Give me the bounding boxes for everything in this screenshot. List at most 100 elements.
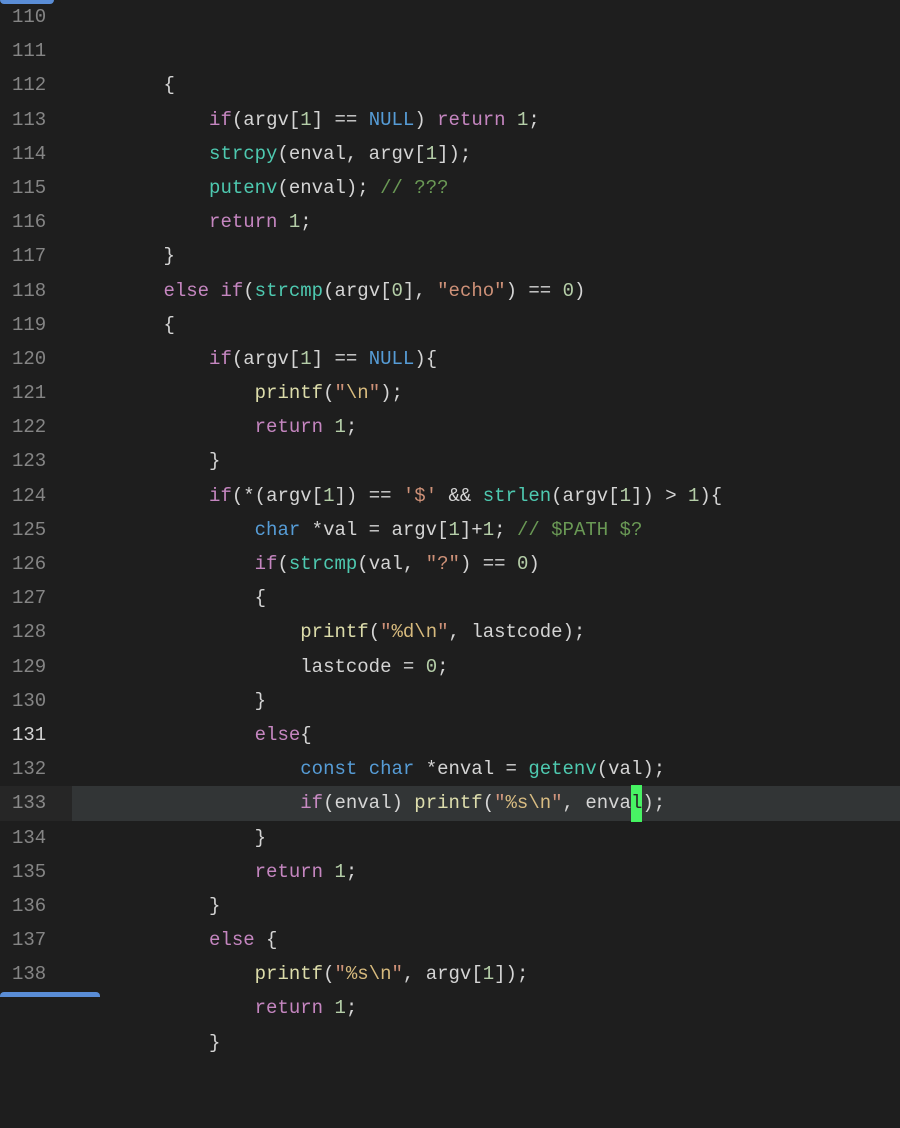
code-token: ) == bbox=[506, 274, 563, 308]
code-token: 0 bbox=[392, 274, 403, 308]
code-token: (enval); bbox=[277, 171, 380, 205]
code-token: "?" bbox=[426, 547, 460, 581]
line-number: 129 bbox=[12, 650, 46, 684]
code-token: if bbox=[300, 786, 323, 820]
code-line[interactable]: char *val = argv[1]+1; // $PATH $? bbox=[72, 513, 900, 547]
code-line[interactable]: return 1; bbox=[72, 855, 900, 889]
code-line[interactable]: lastcode = 0; bbox=[72, 650, 900, 684]
line-number: 124 bbox=[12, 479, 46, 513]
code-token: char bbox=[255, 513, 301, 547]
code-token: if bbox=[209, 342, 232, 376]
code-token: if bbox=[209, 479, 232, 513]
code-token: \n bbox=[346, 376, 369, 410]
code-token: ; bbox=[346, 410, 357, 444]
code-line[interactable]: return 1; bbox=[72, 410, 900, 444]
code-token: (val); bbox=[597, 752, 665, 786]
code-token: 1 bbox=[483, 957, 494, 991]
code-token: (*(argv[ bbox=[232, 479, 323, 513]
code-token: " bbox=[369, 376, 380, 410]
code-token: 0 bbox=[426, 650, 437, 684]
line-number: 133 bbox=[12, 786, 46, 820]
code-token: NULL bbox=[369, 342, 415, 376]
line-number: 138 bbox=[12, 957, 46, 991]
code-line[interactable]: if(argv[1] == NULL) return 1; bbox=[72, 103, 900, 137]
code-token: lastcode = bbox=[300, 650, 425, 684]
code-token: { bbox=[255, 581, 266, 615]
line-number: 120 bbox=[12, 342, 46, 376]
code-token: 1 bbox=[426, 137, 437, 171]
code-token: // ??? bbox=[380, 171, 448, 205]
code-token: 1 bbox=[449, 513, 460, 547]
code-line[interactable]: { bbox=[72, 68, 900, 102]
code-token: printf bbox=[414, 786, 482, 820]
code-token: (argv[ bbox=[323, 274, 391, 308]
code-token: return bbox=[255, 410, 323, 444]
code-line[interactable]: } bbox=[72, 239, 900, 273]
line-number: 135 bbox=[12, 855, 46, 889]
code-token: else bbox=[255, 718, 301, 752]
line-number: 130 bbox=[12, 684, 46, 718]
code-line[interactable]: return 1; bbox=[72, 205, 900, 239]
line-number: 117 bbox=[12, 239, 46, 273]
code-line[interactable]: { bbox=[72, 581, 900, 615]
text-cursor: l bbox=[631, 785, 642, 821]
code-line[interactable]: } bbox=[72, 444, 900, 478]
code-token: ( bbox=[277, 547, 288, 581]
line-number: 136 bbox=[12, 889, 46, 923]
code-token: %s\n bbox=[506, 786, 552, 820]
code-token: 1 bbox=[483, 513, 494, 547]
code-line[interactable]: } bbox=[72, 684, 900, 718]
code-token: ] == bbox=[312, 103, 369, 137]
code-token: else bbox=[163, 274, 209, 308]
code-token: NULL bbox=[369, 103, 415, 137]
code-token: return bbox=[209, 205, 277, 239]
code-line[interactable]: strcpy(enval, argv[1]); bbox=[72, 137, 900, 171]
line-number: 125 bbox=[12, 513, 46, 547]
scroll-indicator-top bbox=[0, 0, 54, 4]
code-line[interactable]: } bbox=[72, 821, 900, 855]
code-token: strcmp bbox=[255, 274, 323, 308]
code-token: , argv[ bbox=[403, 957, 483, 991]
line-number: 113 bbox=[12, 103, 46, 137]
code-token: 1 bbox=[620, 479, 631, 513]
code-token: printf bbox=[255, 957, 323, 991]
code-token: ] == bbox=[312, 342, 369, 376]
code-line[interactable]: } bbox=[72, 889, 900, 923]
code-line[interactable]: } bbox=[72, 1026, 900, 1060]
code-token: ; bbox=[300, 205, 311, 239]
code-line[interactable]: else { bbox=[72, 923, 900, 957]
code-token bbox=[277, 205, 288, 239]
line-number: 137 bbox=[12, 923, 46, 957]
code-token: 1 bbox=[688, 479, 699, 513]
code-line[interactable]: { bbox=[72, 308, 900, 342]
code-line[interactable]: if(strcmp(val, "?") == 0) bbox=[72, 547, 900, 581]
code-token: 1 bbox=[334, 855, 345, 889]
code-token: } bbox=[209, 444, 220, 478]
code-line[interactable]: const char *enval = getenv(val); bbox=[72, 752, 900, 786]
code-token: char bbox=[369, 752, 415, 786]
code-editor[interactable]: 1101111121131141151161171181191201211221… bbox=[0, 0, 900, 997]
code-line[interactable]: if(argv[1] == NULL){ bbox=[72, 342, 900, 376]
code-token: { bbox=[163, 68, 174, 102]
line-number: 132 bbox=[12, 752, 46, 786]
code-line[interactable]: if(*(argv[1]) == '$' && strlen(argv[1]) … bbox=[72, 479, 900, 513]
code-token: const bbox=[300, 752, 357, 786]
code-token: ); bbox=[642, 786, 665, 820]
code-token: *enval = bbox=[414, 752, 528, 786]
code-token: '$' bbox=[403, 479, 437, 513]
code-token: } bbox=[163, 239, 174, 273]
code-token: else bbox=[209, 923, 255, 957]
code-line[interactable]: printf("%s\n", argv[1]); bbox=[72, 957, 900, 991]
line-number: 128 bbox=[12, 615, 46, 649]
code-token: (argv[ bbox=[232, 103, 300, 137]
code-line[interactable]: putenv(enval); // ??? bbox=[72, 171, 900, 205]
code-line[interactable]: else{ bbox=[72, 718, 900, 752]
code-line[interactable]: if(enval) printf("%s\n", enval); bbox=[72, 786, 900, 820]
code-token: } bbox=[255, 684, 266, 718]
code-line[interactable]: else if(strcmp(argv[0], "echo") == 0) bbox=[72, 274, 900, 308]
code-token: ); bbox=[380, 376, 403, 410]
code-content-area[interactable]: { if(argv[1] == NULL) return 1; strcpy(e… bbox=[64, 0, 900, 997]
code-line[interactable]: printf("\n"); bbox=[72, 376, 900, 410]
code-line[interactable]: printf("%d\n", lastcode); bbox=[72, 615, 900, 649]
code-token: 1 bbox=[289, 205, 300, 239]
